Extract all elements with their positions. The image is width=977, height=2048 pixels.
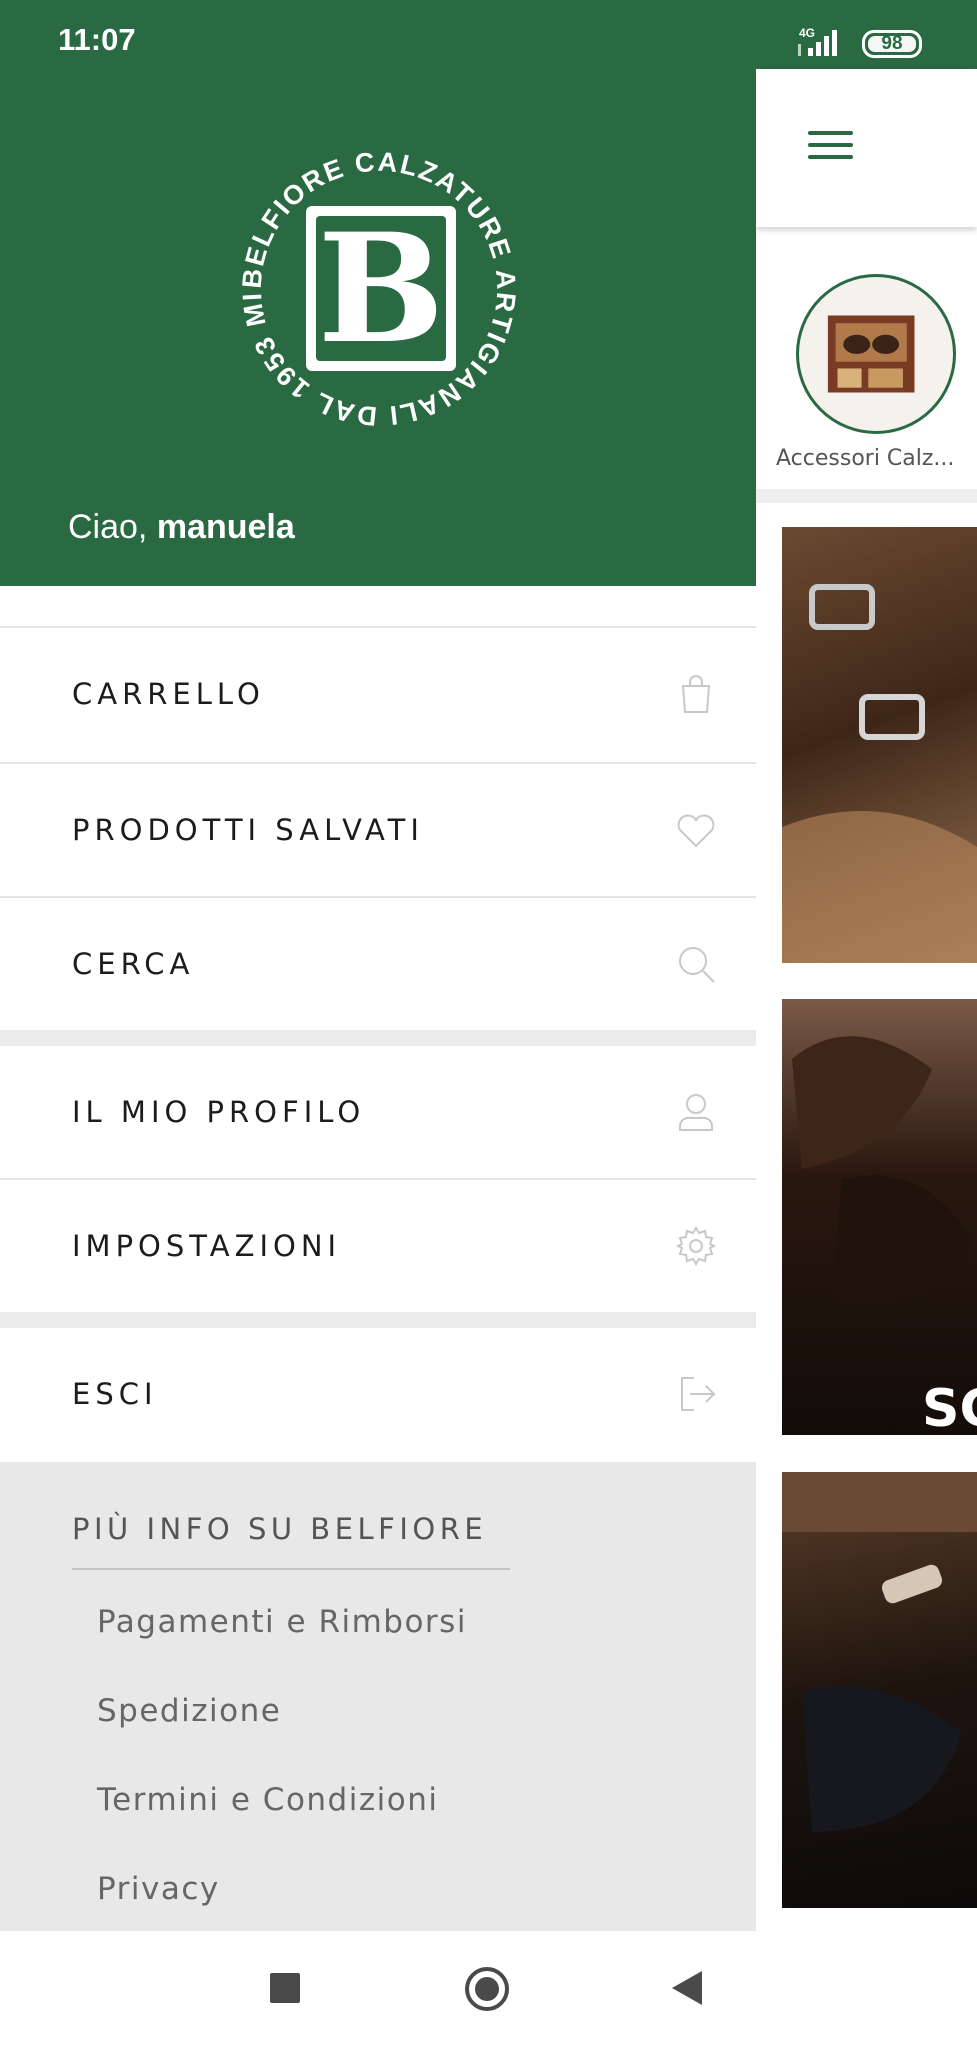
signal-icon bbox=[798, 30, 837, 56]
svg-text:B: B bbox=[318, 201, 445, 377]
product-banner[interactable]: SC bbox=[782, 999, 977, 1435]
logout-icon bbox=[674, 1372, 718, 1416]
battery-level: 98 bbox=[881, 33, 903, 54]
battery-icon: 98 bbox=[862, 30, 922, 58]
status-time: 11:07 bbox=[58, 22, 136, 57]
greeting: Ciao, manuela bbox=[68, 508, 295, 546]
menu-label: CERCA bbox=[72, 947, 195, 981]
recents-button[interactable] bbox=[270, 1973, 300, 2003]
app-toolbar bbox=[756, 69, 977, 227]
menu-label: CARRELLO bbox=[72, 677, 265, 711]
status-bar: 11:07 4G 98 bbox=[0, 0, 977, 69]
shopping-bag-icon bbox=[674, 672, 718, 716]
navigation-drawer: BELFIORE CALZATURE ARTIGIANALI DAL 1953 … bbox=[0, 0, 756, 1931]
category-label: Accessori Calz... bbox=[776, 446, 955, 471]
menu-label: ESCI bbox=[72, 1377, 158, 1411]
menu-label: PRODOTTI SALVATI bbox=[72, 813, 424, 847]
drawer-header: BELFIORE CALZATURE ARTIGIANALI DAL 1953 … bbox=[0, 0, 756, 586]
category-item-accessori[interactable]: Accessori Calz... bbox=[776, 274, 977, 484]
category-thumbnail bbox=[796, 274, 956, 434]
heart-icon bbox=[674, 808, 718, 852]
info-section: PIÙ INFO SU BELFIORE Pagamenti e Rimbors… bbox=[0, 1462, 756, 1931]
section-gap bbox=[0, 1030, 756, 1046]
product-banner[interactable] bbox=[782, 527, 977, 963]
info-heading-underline bbox=[72, 1568, 510, 1570]
menu-label: IMPOSTAZIONI bbox=[72, 1229, 342, 1263]
menu-item-impostazioni[interactable]: IMPOSTAZIONI bbox=[0, 1180, 756, 1312]
menu-label: IL MIO PROFILO bbox=[72, 1095, 366, 1129]
user-icon bbox=[674, 1090, 718, 1134]
home-button[interactable] bbox=[465, 1967, 509, 2011]
product-banner[interactable] bbox=[782, 1472, 977, 1908]
info-link-spedizione[interactable]: Spedizione bbox=[97, 1693, 281, 1729]
info-link-termini[interactable]: Termini e Condizioni bbox=[97, 1782, 438, 1818]
menu-item-esci[interactable]: ESCI bbox=[0, 1328, 756, 1460]
search-icon bbox=[674, 942, 718, 986]
info-link-pagamenti[interactable]: Pagamenti e Rimborsi bbox=[97, 1604, 467, 1640]
section-divider bbox=[756, 489, 977, 503]
menu-item-cerca[interactable]: CERCA bbox=[0, 898, 756, 1030]
menu-item-prodotti-salvati[interactable]: PRODOTTI SALVATI bbox=[0, 764, 756, 896]
section-gap bbox=[0, 1312, 756, 1328]
system-nav-bar bbox=[0, 1931, 977, 2048]
menu-item-il-mio-profilo[interactable]: IL MIO PROFILO bbox=[0, 1046, 756, 1178]
banner-text: SC bbox=[922, 1379, 977, 1435]
user-name: manuela bbox=[156, 508, 295, 546]
gear-icon bbox=[674, 1224, 718, 1268]
menu-item-carrello[interactable]: CARRELLO bbox=[0, 628, 756, 760]
back-button[interactable] bbox=[672, 1971, 702, 2005]
hamburger-menu-icon[interactable] bbox=[808, 121, 860, 169]
belfiore-logo: BELFIORE CALZATURE ARTIGIANALI DAL 1953 … bbox=[226, 136, 519, 431]
main-content-panel: Accessori Calz... SC bbox=[756, 69, 977, 1931]
info-heading: PIÙ INFO SU BELFIORE bbox=[72, 1512, 488, 1546]
info-link-privacy[interactable]: Privacy bbox=[97, 1871, 220, 1907]
